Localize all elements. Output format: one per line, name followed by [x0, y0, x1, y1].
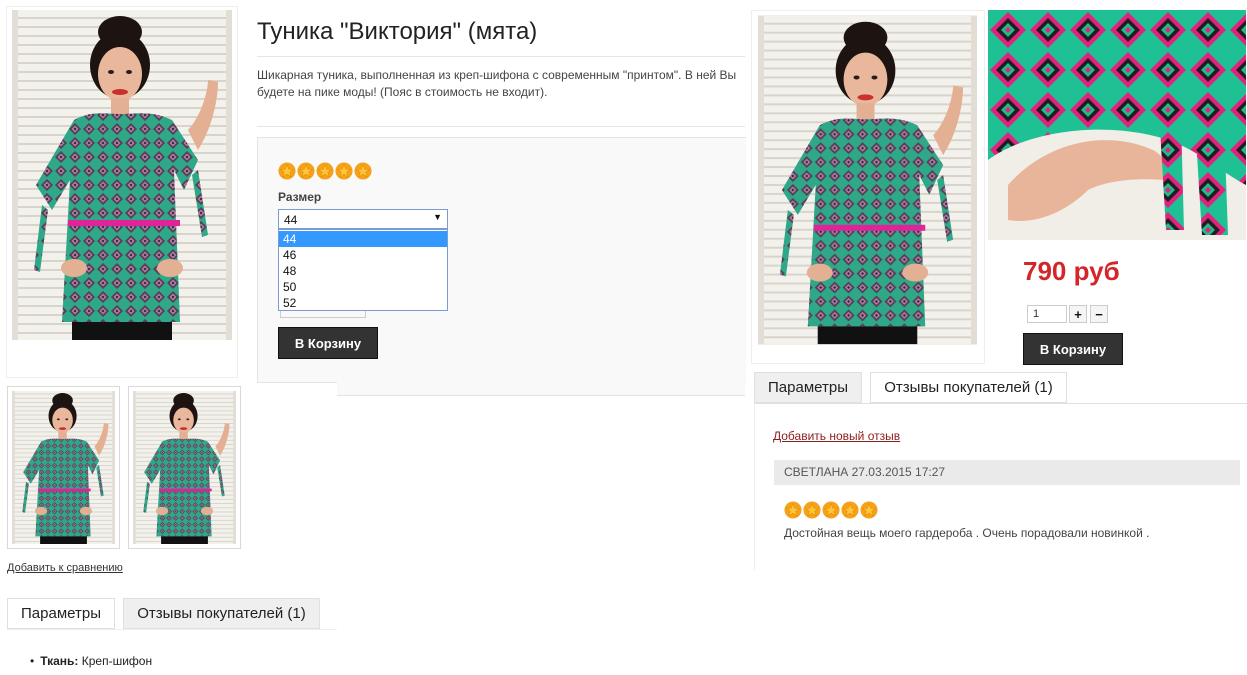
add-to-cart-button[interactable]: В Корзину: [278, 327, 378, 359]
star-icon: [784, 501, 802, 519]
popup-add-to-cart-button[interactable]: В Корзину: [1023, 333, 1123, 365]
star-icon: [841, 501, 859, 519]
size-select[interactable]: 44 ▼: [278, 209, 448, 229]
title-divider: [257, 56, 745, 57]
plus-icon[interactable]: +: [1069, 305, 1087, 323]
chevron-down-icon: ▼: [433, 212, 442, 222]
desc-divider: [257, 126, 745, 127]
fabric-value: Креп-шифон: [81, 654, 153, 668]
fabric-param: • Ткань: Креп-шифон: [30, 654, 153, 668]
star-icon: [354, 162, 372, 180]
popup-tab-reviews[interactable]: Отзывы покупателей (1): [870, 372, 1067, 403]
size-option[interactable]: 46: [279, 247, 447, 263]
star-icon: [316, 162, 334, 180]
star-icon: [297, 162, 315, 180]
thumbnail-2[interactable]: [128, 386, 241, 549]
star-icon: [335, 162, 353, 180]
star-icon: [278, 162, 296, 180]
tab-reviews[interactable]: Отзывы покупателей (1): [123, 598, 320, 629]
star-icon: [803, 501, 821, 519]
closeup-photo[interactable]: [988, 10, 1246, 240]
review-text: Достойная вещь моего гардероба . Очень п…: [784, 526, 1150, 540]
popup-qty-input[interactable]: 1: [1027, 305, 1067, 323]
star-icon: [860, 501, 878, 519]
review-header: СВЕТЛАНА 27.03.2015 17:27: [774, 460, 1240, 485]
add-review-link[interactable]: Добавить новый отзыв: [773, 429, 900, 443]
size-option[interactable]: 48: [279, 263, 447, 279]
minus-icon[interactable]: −: [1090, 305, 1108, 323]
popup-tab-params[interactable]: Параметры: [754, 372, 862, 403]
size-option[interactable]: 50: [279, 279, 447, 295]
product-description: Шикарная туника, выполненная из креп-шиф…: [257, 68, 737, 99]
size-option[interactable]: 52: [279, 295, 447, 311]
qty-stub: [280, 311, 366, 318]
size-selected-value: 44: [284, 213, 298, 227]
tab-params[interactable]: Параметры: [7, 598, 115, 629]
thumbnail-1[interactable]: [7, 386, 120, 549]
star-icon: [822, 501, 840, 519]
params-panel: [7, 629, 337, 675]
options-box-bottom: [337, 381, 745, 396]
popup-main-photo[interactable]: [758, 15, 977, 345]
size-option[interactable]: 44: [279, 231, 447, 247]
fabric-label: Ткань:: [40, 654, 79, 668]
add-to-compare-link[interactable]: Добавить к сравнению: [7, 562, 123, 574]
product-title: Туника "Виктория" (мята): [257, 18, 538, 45]
size-dropdown: 44 46 48 50 52: [278, 229, 448, 311]
size-label: Размер: [278, 190, 322, 204]
product-rating: [278, 162, 372, 180]
main-product-photo[interactable]: [12, 10, 232, 340]
popup-price: 790 руб: [1023, 256, 1120, 286]
review-rating: [784, 501, 878, 519]
